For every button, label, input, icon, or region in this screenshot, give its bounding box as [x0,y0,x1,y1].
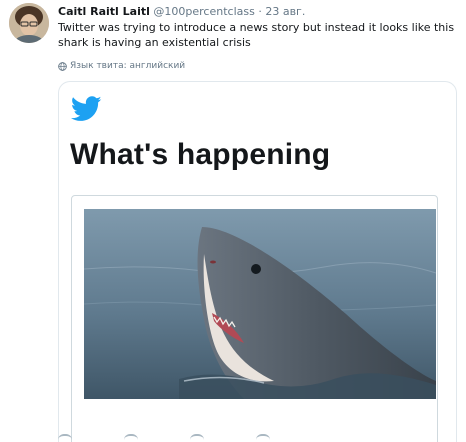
header-separator: · [258,5,262,18]
media-headline: What's happening [70,138,331,171]
language-label: Язык твита: английский [70,61,186,71]
message-icon[interactable] [256,434,270,442]
author-name[interactable]: Caitl Raitl Laitl [58,5,150,18]
media-card[interactable]: What's happening [58,81,457,442]
tweet-header: Caitl Raitl Laitl @100percentclass · 23 … [58,5,305,19]
retweet-icon[interactable] [124,434,138,442]
author-handle[interactable]: @100percentclass [153,5,254,18]
tweet: Caitl Raitl Laitl @100percentclass · 23 … [0,0,466,442]
twitter-bird-icon [71,96,102,121]
like-icon[interactable] [190,434,204,442]
tweet-actions [58,434,458,442]
tweet-text: Twitter was trying to introduce a news s… [58,21,455,49]
tweet-date[interactable]: 23 авг. [265,5,305,18]
globe-icon [58,61,67,71]
news-story-card[interactable] [71,195,438,442]
shark-image [84,209,436,399]
avatar[interactable] [9,3,49,43]
reply-icon[interactable] [58,434,72,442]
tweet-language: Язык твита: английский [58,61,185,71]
